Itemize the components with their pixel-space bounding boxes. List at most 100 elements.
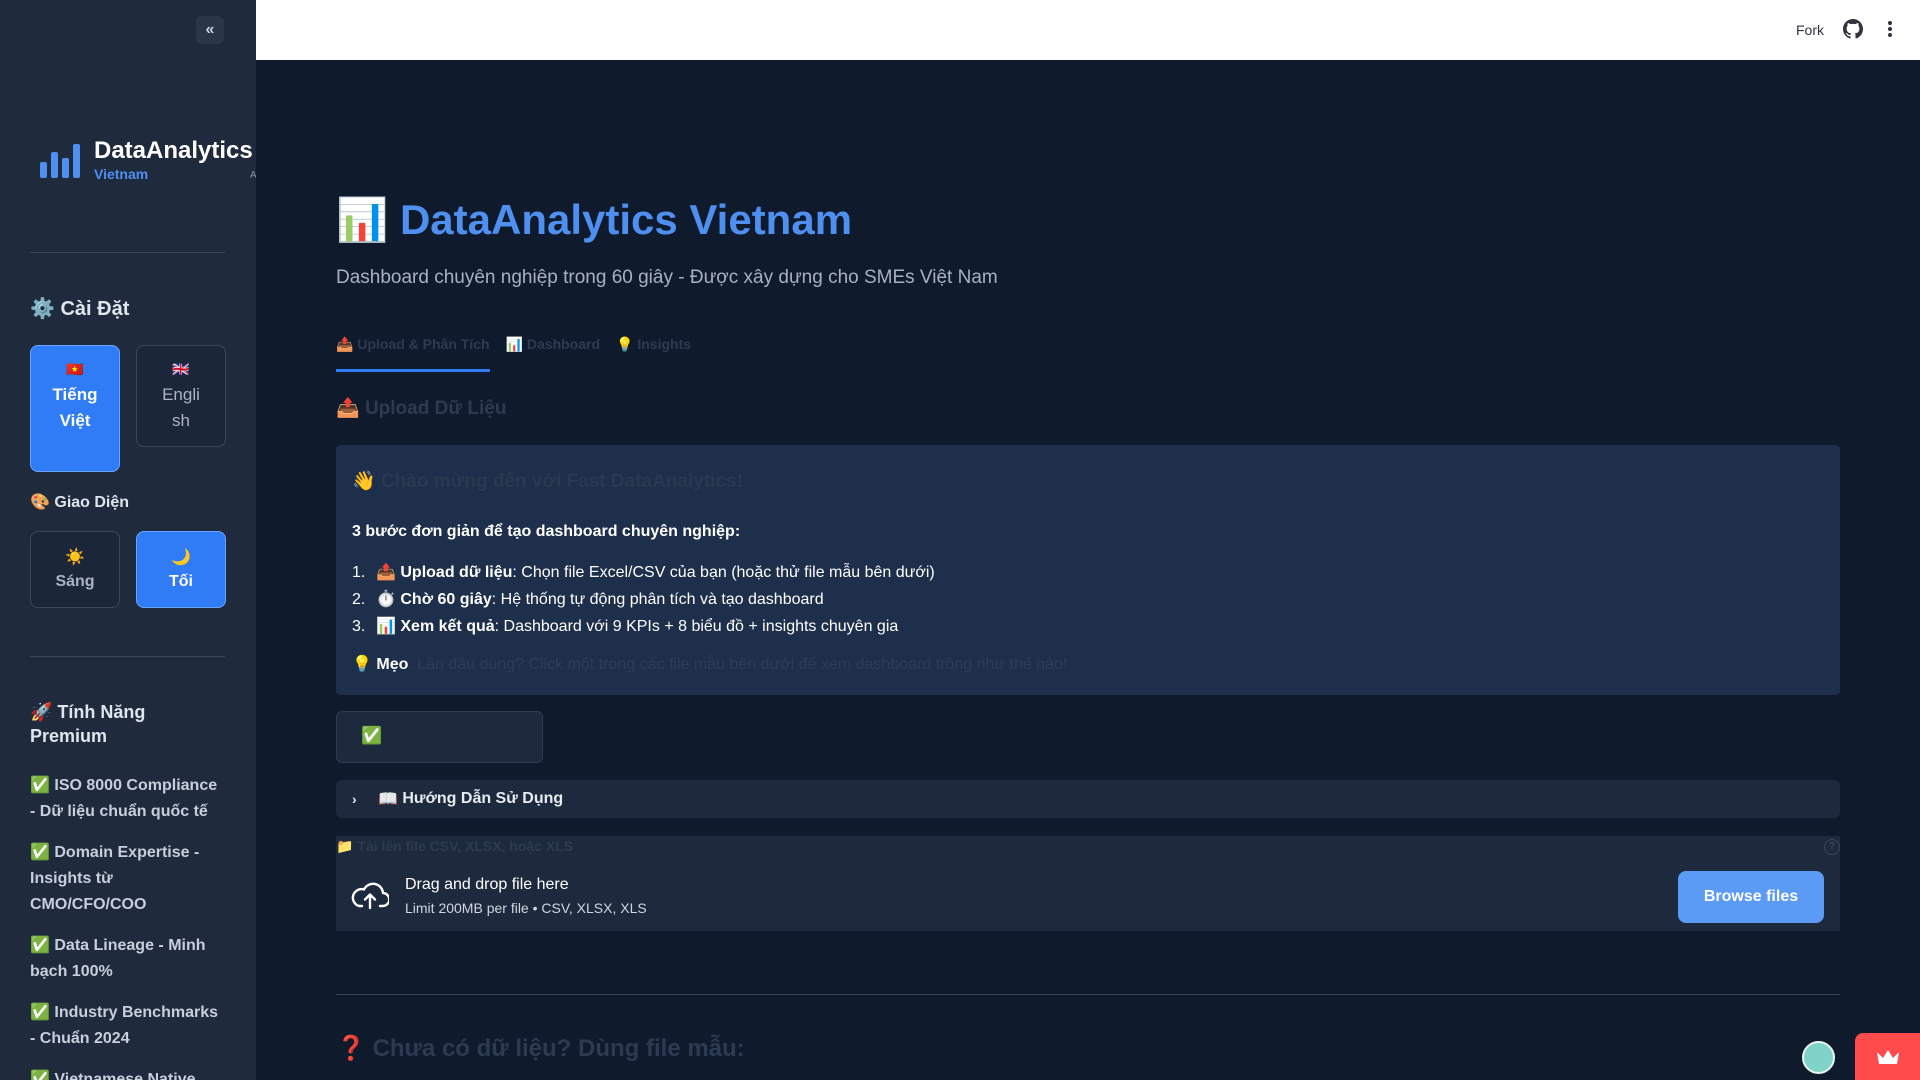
avatar[interactable]	[1802, 1041, 1835, 1074]
welcome-info-box: 👋 Chào mừng đến với Fast DataAnalytics! …	[336, 445, 1840, 695]
premium-feature-list: ✅ ISO 8000 Compliance - Dữ liệu chuẩn qu…	[30, 773, 225, 1080]
streamlit-badge[interactable]	[1855, 1033, 1920, 1080]
check-icon: ✅	[30, 937, 50, 954]
language-vietnamese-button[interactable]: 🇻🇳 Tiếng Việt	[30, 345, 120, 472]
step-desc: : Chọn file Excel/CSV của bạn (hoặc thử …	[512, 564, 935, 581]
feature-name: Domain Expertise	[54, 844, 190, 861]
check-icon: ✅	[30, 1071, 50, 1080]
file-dropzone[interactable]: Drag and drop file here Limit 200MB per …	[336, 858, 1840, 931]
section-heading-text: Upload Dữ Liệu	[364, 398, 507, 419]
step-desc: : Hệ thống tự động phân tích và tạo dash…	[491, 591, 824, 608]
outbox-icon: 📤	[376, 564, 396, 581]
fork-link[interactable]: Fork	[1796, 22, 1824, 38]
bar-chart-icon: 📊	[376, 618, 396, 635]
bar-chart-logo-icon	[40, 144, 80, 178]
welcome-title-text: Chào mừng đến với Fast DataAnalytics!	[380, 471, 743, 492]
question-mark-icon: ❓	[336, 1035, 366, 1062]
bar-chart-icon: 📊	[505, 336, 523, 352]
sidebar: « DataAnalytics Vietnam A ⚙️ Cài Đặt 🇻🇳 …	[0, 0, 256, 1080]
page-title: 📊 DataAnalytics Vietnam	[336, 196, 852, 245]
divider	[336, 994, 1840, 995]
folder-icon: 📁	[336, 838, 354, 854]
double-chevron-left-icon: «	[205, 21, 215, 38]
github-icon[interactable]	[1843, 19, 1863, 39]
step-number: 1.	[352, 564, 366, 581]
page-title-text: DataAnalytics Vietnam	[399, 196, 853, 243]
more-options-icon[interactable]	[1886, 18, 1894, 40]
theme-dark-button[interactable]: 🌙 Tối	[136, 531, 226, 608]
feature-desc: - Dữ liệu chuẩn quốc tế	[30, 803, 208, 820]
sun-icon: ☀️	[65, 548, 85, 566]
waving-hand-icon: 👋	[352, 471, 376, 492]
user-guide-expander[interactable]: › 📖 Hướng Dẫn Sử Dụng	[336, 780, 1840, 818]
tip-desc: : Lần đầu dùng? Click một trong các file…	[408, 656, 1068, 673]
feature-name: Data Lineage	[54, 937, 154, 954]
collapse-sidebar-button[interactable]: «	[196, 16, 224, 44]
stopwatch-icon: ⏱️	[376, 591, 396, 608]
check-icon: ✅	[361, 726, 383, 745]
feature-item: ✅ Vietnamese Native	[30, 1067, 225, 1080]
feature-item: ✅ Domain Expertise - Insights từ CMO/CFO…	[30, 840, 225, 918]
welcome-title: 👋 Chào mừng đến với Fast DataAnalytics!	[352, 469, 1824, 493]
page-subtitle: Dashboard chuyên nghiệp trong 60 giây - …	[336, 267, 998, 288]
upload-section-heading: 📤 Upload Dữ Liệu	[336, 396, 506, 420]
feature-item: ✅ Industry Benchmarks - Chuẩn 2024	[30, 1000, 225, 1052]
feature-item: ✅ ISO 8000 Compliance - Dữ liệu chuẩn qu…	[30, 773, 225, 825]
book-icon: 📖	[378, 791, 398, 808]
tab-label: Insights	[637, 336, 692, 352]
steps-list: 1. 📤 Upload dữ liệu: Chọn file Excel/CSV …	[352, 559, 1824, 640]
theme-light-button[interactable]: ☀️ Sáng	[30, 531, 120, 608]
help-icon[interactable]: ?	[1824, 839, 1840, 855]
language-vietnamese-label: Tiếng Việt	[52, 385, 98, 430]
step-desc: : Dashboard với 9 KPIs + 8 biểu đồ + ins…	[494, 618, 899, 635]
language-english-button[interactable]: 🇬🇧 English	[136, 345, 226, 447]
brand-logo: DataAnalytics Vietnam	[38, 138, 253, 182]
tab-insights[interactable]: 💡 Insights	[616, 336, 691, 372]
tab-bar: 📤 Upload & Phân Tích 📊 Dashboard 💡 Insig…	[336, 336, 691, 372]
sidebar-divider	[30, 656, 225, 657]
vietnam-flag-icon: 🇻🇳	[66, 361, 84, 377]
feature-item: ✅ Data Lineage - Minh bạch 100%	[30, 933, 225, 985]
status-box: ✅	[336, 711, 543, 763]
step-title: Upload dữ liệu	[400, 564, 513, 581]
brand-overflow-text: A	[250, 170, 256, 181]
tab-label: Dashboard	[526, 336, 601, 352]
theme-heading: 🎨 Giao Diện	[30, 494, 130, 511]
outbox-icon: 📤	[336, 398, 360, 419]
feature-name: Industry Benchmarks	[54, 1004, 218, 1021]
list-item: 1. 📤 Upload dữ liệu: Chọn file Excel/CSV …	[352, 559, 1824, 586]
tab-dashboard[interactable]: 📊 Dashboard	[506, 336, 600, 372]
lightbulb-icon: 💡	[352, 656, 372, 673]
tab-label: Upload & Phân Tích	[357, 336, 490, 352]
browse-files-button[interactable]: Browse files	[1678, 871, 1824, 923]
check-icon: ✅	[30, 844, 50, 861]
settings-heading: ⚙️ Cài Đặt	[30, 298, 130, 320]
check-icon: ✅	[30, 777, 50, 794]
app-toolbar: Fork	[256, 0, 1920, 60]
theme-dark-label: Tối	[169, 572, 193, 590]
tip-text: 💡 Mẹo: Lần đầu dùng? Click một trong các…	[352, 654, 1824, 674]
moon-icon: 🌙	[171, 548, 191, 566]
list-item: 3. 📊 Xem kết quả: Dashboard với 9 KPIs + …	[352, 613, 1824, 640]
brand-subtitle: Vietnam	[94, 166, 149, 182]
step-number: 2.	[352, 591, 366, 608]
file-uploader-label: 📁 Tải lên file CSV, XLSX, hoặc XLS ?	[336, 836, 1840, 858]
brand-title: DataAnalytics	[94, 137, 253, 164]
list-item: 2. ⏱️ Chờ 60 giây: Hệ thống tự động phân …	[352, 586, 1824, 613]
dropzone-instructions: Drag and drop file here	[405, 876, 569, 893]
uk-flag-icon: 🇬🇧	[172, 361, 190, 377]
sample-files-heading: ❓ Chưa có dữ liệu? Dùng file mẫu:	[336, 1034, 745, 1063]
step-title: Xem kết quả	[400, 618, 495, 635]
feature-desc: - Chuẩn 2024	[30, 1030, 130, 1047]
sample-files-heading-text: Chưa có dữ liệu? Dùng file mẫu:	[372, 1035, 745, 1062]
chevron-right-icon: ›	[352, 791, 357, 807]
check-icon: ✅	[30, 1004, 50, 1021]
theme-light-label: Sáng	[55, 572, 95, 590]
step-title: Chờ 60 giây	[400, 591, 492, 608]
feature-name: ISO 8000 Compliance	[54, 777, 218, 794]
tab-upload-analysis[interactable]: 📤 Upload & Phân Tích	[336, 336, 490, 372]
expander-label: Hướng Dẫn Sử Dụng	[402, 790, 564, 807]
bar-chart-icon: 📊	[336, 196, 389, 243]
tip-label: Mẹo	[376, 656, 409, 673]
outbox-icon: 📤	[336, 336, 354, 352]
